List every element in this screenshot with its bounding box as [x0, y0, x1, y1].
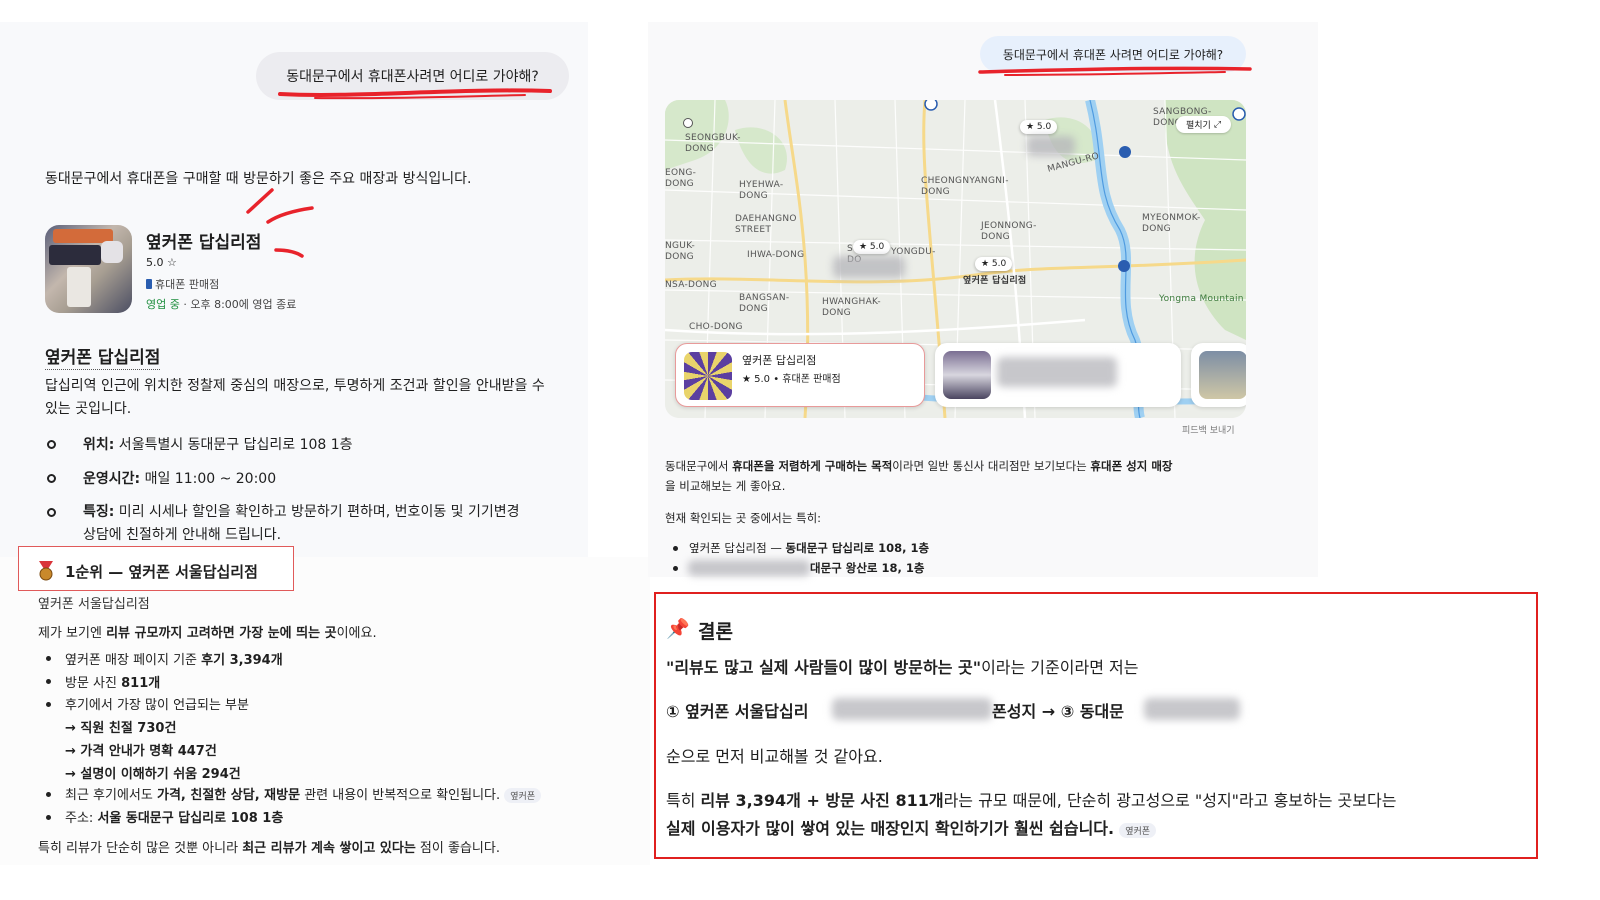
conclusion-line-1: "리뷰도 많고 실제 사람들이 많이 방문하는 곳"이라는 기준이라면 저는	[666, 658, 1139, 677]
right-para-2: 현재 확인되는 곳 중에서는 특히:	[665, 511, 822, 525]
pushpin-icon: 📌	[666, 618, 690, 640]
map-label: HWANGHAK- DONG	[822, 297, 881, 318]
list-item-mentions: 후기에서 가장 많이 언급되는 부분	[65, 698, 249, 713]
medal-icon	[39, 561, 53, 581]
map-label: JEONNONG- DONG	[981, 221, 1037, 242]
place-card-meta: ★ 5.0 • 휴대폰 판매점	[742, 374, 841, 385]
store-pin-label[interactable]: 옆커폰 답십리점	[963, 276, 1027, 287]
map-label: HYEHWA- DONG	[739, 180, 784, 201]
map-label: CHO-DONG	[689, 322, 743, 332]
conclusion-box: 📌 결론 "리뷰도 많고 실제 사람들이 많이 방문하는 곳"이라는 기준이라면…	[654, 592, 1538, 859]
rank-intro: 제가 보기엔 리뷰 규모까지 고려하면 가장 눈에 띄는 곳이에요.	[38, 626, 377, 641]
blurred-text	[832, 698, 992, 720]
map-label: SEONGBUK- DONG	[685, 133, 741, 154]
rank-title-box: 1순위 — 옆커폰 서울답십리점	[18, 546, 294, 591]
list-bullet	[46, 815, 51, 820]
store-rating: 5.0 ☆	[146, 256, 177, 269]
place-card-thumbnail	[943, 351, 991, 399]
source-chip[interactable]: 옆커폰	[504, 788, 542, 803]
blurred-label	[997, 357, 1117, 387]
map-view[interactable]: SEONGBUK- DONG HYEHWA- DONG DAEHANGNO ST…	[665, 100, 1246, 418]
desc-line-1: 답십리역 인근에 위치한 정찰제 중심의 매장으로, 투명하게 조건과 할인을 …	[45, 378, 545, 394]
place-card-thumbnail	[1199, 351, 1246, 399]
rank-footer: 특히 리뷰가 단순히 많은 것뿐 아니라 최근 리뷰가 계속 쌓이고 있다는 점…	[38, 841, 500, 856]
open-status: 영업 중	[146, 298, 180, 311]
store-name[interactable]: 옆커폰 답십리점	[146, 228, 261, 253]
list-bullet	[46, 679, 51, 684]
blurred-label	[833, 256, 905, 278]
phone-icon	[146, 279, 152, 289]
info-hours: 운영시간: 매일 11:00 ~ 20:00	[83, 471, 277, 487]
expand-map-button[interactable]: 펼치기 ⤢	[1176, 116, 1231, 133]
store-hours-row: 영업 중 · 오후 8:00에 영업 종료	[146, 296, 296, 312]
right-para-1: 동대문구에서 휴대폰을 저렴하게 구매하는 목적이라면 일반 통신사 대리점만 …	[665, 459, 1173, 473]
map-label: Yongma Mountain	[1159, 294, 1244, 304]
map-label: CHEONGNYANGNI- DONG	[921, 176, 1009, 197]
store-thumbnail[interactable]	[45, 225, 132, 313]
conclusion-rank-b: 폰성지 → ③ 동대문	[992, 702, 1124, 721]
map-label: BANGSAN- DONG	[739, 293, 790, 314]
store-category-row: 휴대폰 판매점	[146, 276, 219, 292]
place-card-2[interactable]	[935, 343, 1181, 407]
conclusion-rank-a: ① 옆커폰 서울답십리	[666, 702, 809, 721]
red-underline-scribble	[978, 66, 1252, 76]
conclusion-title: 결론	[698, 621, 733, 643]
expand-icon: ⤢	[1213, 119, 1222, 130]
list-item-address: 주소: 서울 동대문구 답십리로 108 1층	[65, 811, 284, 826]
blurred-text	[1144, 698, 1240, 720]
list-bullet	[46, 702, 51, 707]
desc-line-2: 있는 곳입니다.	[45, 401, 132, 417]
location-icon[interactable]	[683, 118, 693, 128]
intro-text: 동대문구에서 휴대폰을 구매할 때 방문하기 좋은 주요 매장과 방식입니다.	[45, 171, 472, 187]
map-label: DAEHANGNO STREET	[735, 214, 797, 235]
list-bullet	[46, 656, 51, 661]
map-label: EONG- DONG	[665, 168, 697, 189]
map-label: IHWA-DONG	[747, 250, 805, 260]
conclusion-line-5: 실제 이용자가 많이 쌓여 있는 매장인지 확인하기가 훨씬 쉽습니다. 옆커폰	[666, 815, 1157, 839]
sub-item-explain: → 설명이 이해하기 쉬움 294건	[65, 767, 241, 782]
right-list-item-1: 옆커폰 답십리점 — 동대문구 답십리로 108, 1층	[689, 541, 930, 555]
conclusion-line-3: 순으로 먼저 비교해볼 것 같아요.	[666, 747, 883, 766]
map-rating-pin[interactable]: ★ 5.0	[1020, 120, 1058, 134]
list-item-reviews: 옆커폰 매장 페이지 기준 후기 3,394개	[65, 653, 283, 668]
rank-subtitle: 옆커폰 서울답십리점	[38, 597, 150, 612]
source-chip[interactable]: 옆커폰	[1119, 823, 1157, 838]
blurred-label	[1027, 136, 1075, 156]
blurred-text	[688, 560, 810, 576]
right-para-1-line2: 을 비교해보는 게 좋아요.	[665, 479, 786, 493]
place-card-3[interactable]	[1191, 343, 1246, 407]
map-rating-pin[interactable]: ★ 5.0	[853, 240, 891, 254]
conclusion-line-4: 특히 리뷰 3,394개 + 방문 사진 811개라는 규모 때문에, 단순히 …	[666, 791, 1397, 810]
feedback-link[interactable]: 피드백 보내기	[1182, 423, 1235, 436]
rank-title: 1순위 — 옆커폰 서울답십리점	[65, 563, 258, 581]
map-label: NSA-DONG	[665, 280, 717, 290]
list-bullet	[46, 792, 51, 797]
info-bullet	[47, 508, 56, 517]
map-label: MYEONMOK- DONG	[1142, 213, 1201, 234]
list-bullet	[673, 546, 678, 551]
info-bullet	[47, 440, 56, 449]
place-card-name: 옆커폰 답십리점	[742, 354, 817, 367]
place-card-thumbnail	[684, 352, 732, 400]
red-underline-scribble	[278, 88, 552, 100]
section-title[interactable]: 옆커폰 답십리점	[45, 343, 161, 370]
place-card-store[interactable]: 옆커폰 답십리점 ★ 5.0 • 휴대폰 판매점	[675, 343, 925, 407]
hours-note: · 오후 8:00에 영업 종료	[179, 298, 297, 311]
info-bullet	[47, 474, 56, 483]
store-category: 휴대폰 판매점	[155, 278, 220, 291]
user-query-text: 동대문구에서 휴대폰 사려면 어디로 가야해?	[1002, 47, 1224, 62]
list-item-photos: 방문 사진 811개	[65, 676, 161, 691]
info-location: 위치: 서울특별시 동대문구 답십리로 108 1층	[83, 437, 353, 453]
sub-item-price: → 가격 안내가 명확 447건	[65, 744, 217, 759]
list-bullet	[673, 566, 678, 571]
map-rating-pin[interactable]: ★ 5.0	[975, 257, 1013, 271]
map-label: NGUK- DONG	[665, 241, 695, 262]
list-item-recent: 최근 후기에서도 가격, 친절한 상담, 재방문 관련 내용이 반복적으로 확인…	[65, 784, 542, 803]
right-list-item-2: 대문구 왕산로 18, 1층	[810, 561, 925, 575]
info-feature-cont: 상담에 친절하게 안내해 드립니다.	[83, 527, 282, 543]
sub-item-kindness: → 직원 친절 730건	[65, 721, 177, 736]
info-feature: 특징: 미리 시세나 할인을 확인하고 방문하기 편하며, 번호이동 및 기기변…	[83, 504, 520, 520]
red-scribble-marks	[246, 188, 314, 258]
